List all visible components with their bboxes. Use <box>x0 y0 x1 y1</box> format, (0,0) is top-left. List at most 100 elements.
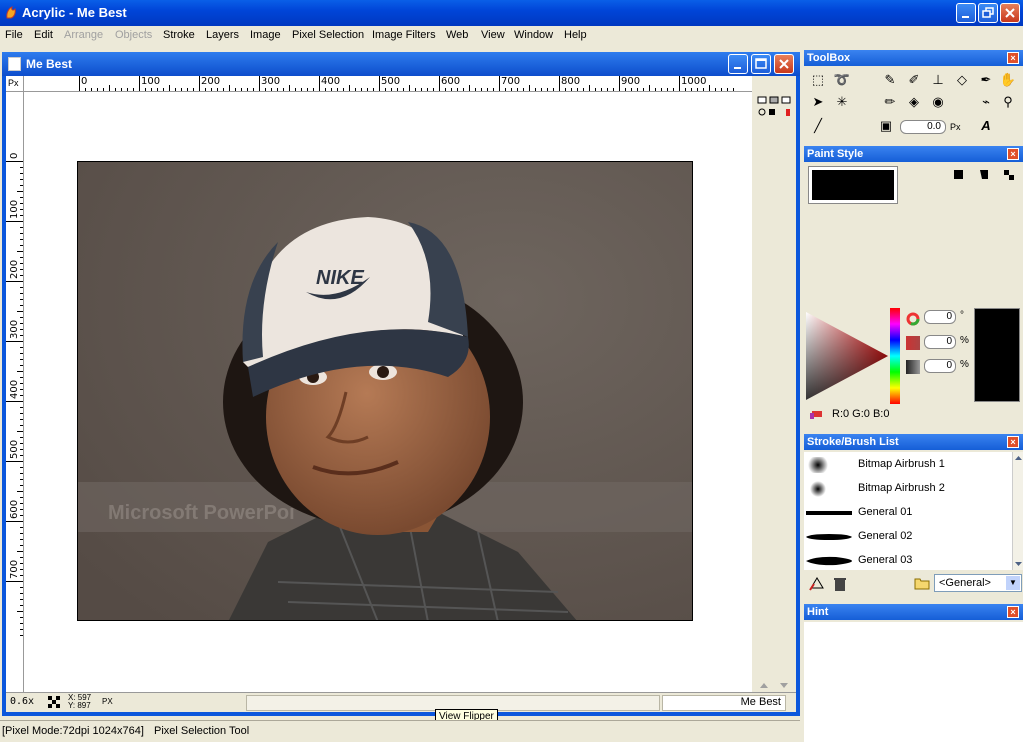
eyedropper-icon[interactable]: ✒ <box>976 70 996 90</box>
menu-stroke[interactable]: Stroke <box>163 29 195 41</box>
ruler-minor-tick <box>577 88 578 91</box>
brush-item[interactable]: Bitmap Airbrush 1 <box>806 453 1008 477</box>
rect-select-icon[interactable]: ⬚ <box>808 70 828 90</box>
hint-close-button[interactable]: × <box>1007 606 1019 618</box>
color-picker-icon[interactable] <box>810 408 826 420</box>
ruler-minor-tick <box>667 88 668 91</box>
rgb-readout: R:0 G:0 B:0 <box>832 408 890 420</box>
ruler-minor-tick <box>20 209 23 210</box>
canvas-area[interactable]: Microsoft PowerPoi NIKE <box>24 92 752 692</box>
brush-list-close-button[interactable]: × <box>1007 436 1019 448</box>
brush-preview[interactable] <box>808 166 898 204</box>
folder-icon[interactable] <box>914 576 930 590</box>
menu-layers[interactable]: Layers <box>206 29 239 41</box>
ruler-minor-tick <box>20 533 23 534</box>
horizontal-ruler[interactable]: 0 100 200 300 400 500 600 700 800 900 1000 <box>24 76 752 92</box>
fill-icon[interactable]: ◈ <box>904 92 924 112</box>
vertical-ruler[interactable]: 0 100 200 300 400 500 600 700 <box>6 92 24 692</box>
zoom-icon[interactable]: ⚲ <box>998 92 1018 112</box>
close-icon <box>779 59 789 69</box>
lasso-icon[interactable]: ➰ <box>832 70 852 90</box>
view-tools <box>756 94 796 124</box>
brush-category-select[interactable]: <General> ▼ <box>934 574 1022 592</box>
ruler-minor-tick <box>20 635 23 636</box>
ruler-minor-tick <box>20 419 23 420</box>
menu-web[interactable]: Web <box>446 29 468 41</box>
brush-icon[interactable]: ✏ <box>880 92 900 112</box>
ruler-minor-tick <box>223 88 224 91</box>
size-field[interactable]: 0.0 <box>900 120 946 134</box>
restore-button[interactable] <box>978 3 998 23</box>
red-eye-icon[interactable]: ◉ <box>928 92 948 112</box>
view-flipper-icon[interactable] <box>756 94 796 124</box>
picker-icon[interactable]: ⌁ <box>976 92 996 112</box>
brush-item[interactable]: Bitmap Airbrush 2 <box>806 477 1008 501</box>
ruler-minor-tick <box>20 587 23 588</box>
minimize-button[interactable] <box>956 3 976 23</box>
menu-arrange[interactable]: Arrange <box>64 29 103 41</box>
ruler-minor-tick <box>649 85 650 91</box>
current-color-swatch[interactable] <box>974 308 1020 402</box>
ruler-unit[interactable]: Px <box>6 76 24 92</box>
checker-icon[interactable] <box>48 696 60 709</box>
magic-wand-icon[interactable]: ✳ <box>832 92 852 112</box>
hue-field[interactable]: 0 <box>924 310 956 324</box>
color-triangle[interactable] <box>806 308 902 404</box>
close-button[interactable] <box>1000 3 1020 23</box>
saturation-field[interactable]: 0 <box>924 335 956 349</box>
menu-view[interactable]: View <box>481 29 505 41</box>
ruler-minor-tick <box>295 88 296 91</box>
ruler-major-tick <box>6 401 23 402</box>
menu-help[interactable]: Help <box>564 29 587 41</box>
menu-window[interactable]: Window <box>514 29 553 41</box>
menu-file[interactable]: File <box>5 29 23 41</box>
airbrush-sample-icon <box>810 481 826 497</box>
menu-objects[interactable]: Objects <box>115 29 152 41</box>
stamp-icon[interactable]: ⊥ <box>928 70 948 90</box>
menu-image-filters[interactable]: Image Filters <box>372 29 436 41</box>
hint-panel: Hint × <box>804 604 1023 742</box>
menu-edit[interactable]: Edit <box>34 29 53 41</box>
text-tool-icon[interactable]: A <box>976 116 996 136</box>
scroll-arrows-icon <box>1015 456 1022 566</box>
coord-y: Y: 897 <box>68 701 91 710</box>
zoom-level[interactable]: 0.6x <box>10 696 34 707</box>
trash-icon[interactable] <box>832 576 848 592</box>
marker-icon[interactable]: ✐ <box>904 70 924 90</box>
ruler-minor-tick <box>20 437 23 438</box>
toolbox-close-button[interactable]: × <box>1007 52 1019 64</box>
paint-mode-icons[interactable] <box>952 168 1018 182</box>
pen-icon[interactable]: ✎ <box>880 70 900 90</box>
photo-layer[interactable]: Microsoft PowerPoi NIKE <box>77 161 693 621</box>
new-brush-icon[interactable] <box>808 576 826 592</box>
line-tool-icon[interactable]: ╱ <box>808 116 828 136</box>
ruler-major-tick <box>139 76 140 91</box>
ruler-minor-tick <box>325 88 326 91</box>
doc-maximize-button[interactable] <box>751 54 771 74</box>
doc-close-button[interactable] <box>774 54 794 74</box>
menu-image[interactable]: Image <box>250 29 281 41</box>
eraser-icon[interactable]: ◇ <box>952 70 972 90</box>
ruler-minor-tick <box>20 263 23 264</box>
ruler-minor-tick <box>103 88 104 91</box>
paint-style-header: Paint Style × <box>804 146 1023 162</box>
ruler-minor-tick <box>20 377 23 378</box>
doc-minimize-button[interactable] <box>728 54 748 74</box>
paint-style-close-button[interactable]: × <box>1007 148 1019 160</box>
brush-item[interactable]: General 01 <box>806 501 1008 525</box>
ruler-minor-tick <box>211 88 212 91</box>
menu-pixel-selection[interactable]: Pixel Selection <box>292 29 364 41</box>
brightness-field[interactable]: 0 <box>924 359 956 373</box>
brush-item[interactable]: General 03 <box>806 549 1008 570</box>
stroke-sample-icon <box>806 511 852 515</box>
brush-list-scrollbar[interactable] <box>1012 452 1023 570</box>
move-selection-icon[interactable]: ➤ <box>808 92 828 112</box>
brush-item[interactable]: General 02 <box>806 525 1008 549</box>
ruler-major-tick <box>559 76 560 91</box>
ruler-minor-tick <box>721 88 722 91</box>
ruler-minor-tick <box>20 317 23 318</box>
scroll-arrows-icon[interactable] <box>756 680 792 690</box>
hand-icon[interactable]: ✋ <box>998 70 1018 90</box>
hue-slider[interactable] <box>890 308 900 404</box>
ruler-minor-tick <box>20 593 23 594</box>
